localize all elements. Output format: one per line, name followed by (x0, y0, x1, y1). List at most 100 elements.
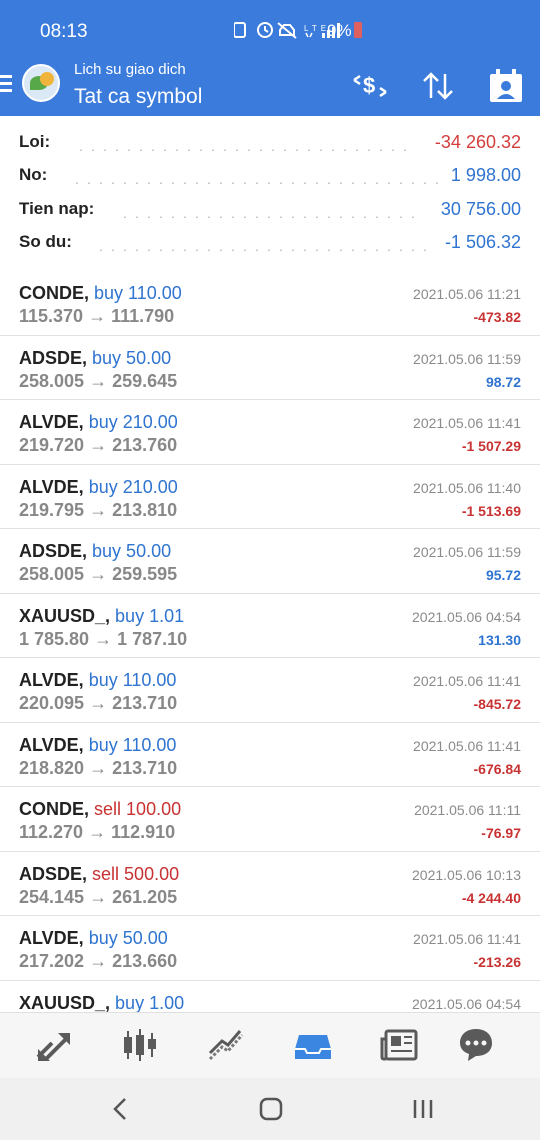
trade-profit: -213.26 (473, 954, 521, 970)
trade-side-volume: buy 210.00 (88, 476, 178, 497)
system-nav-bar (0, 1078, 540, 1140)
trade-profit: -76.97 (481, 825, 521, 841)
trade-side-volume: sell 500.00 (92, 863, 180, 884)
tab-history[interactable] (291, 1025, 335, 1065)
trade-date: 2021.05.06 11:41 (413, 931, 521, 947)
summary-value: 1 998.00 (444, 165, 521, 186)
trade-prices: 1 785.80 → 1 787.10 (19, 628, 188, 649)
trade-symbol-name: ADSDE, (19, 541, 88, 561)
trade-date: 2021.05.06 11:41 (413, 673, 521, 689)
trade-date: 2021.05.06 11:40 (413, 479, 521, 496)
recents-button[interactable] (408, 1096, 438, 1122)
trade-row[interactable]: ALVDE, buy 110.00 218.820 → 213.710 2021.0… (0, 722, 540, 787)
trade-side-volume: buy 1.00 (115, 992, 185, 1013)
summary-label: Tien nap: (19, 199, 101, 219)
trade-date: 2021.05.06 11:11 (414, 802, 521, 818)
trade-profit: -1 513.69 (461, 502, 521, 519)
trade-row[interactable]: ALVDE, buy 50.00 217.202 → 213.660 2021.05… (0, 916, 540, 981)
news-icon (380, 1029, 418, 1061)
header-subtitle: Lich su giao dich (74, 61, 186, 78)
trade-symbol: ALVDE, buy 210.00 (19, 477, 178, 498)
trade-row[interactable]: ALVDE, buy 210.00 219.720 → 213.760 2021.0… (0, 400, 540, 465)
trade-side-volume: buy 50.00 (92, 541, 172, 561)
trade-row[interactable]: ADSDE, sell 500.00 254.145 → 261.205 2021.… (0, 851, 540, 916)
tab-trade[interactable] (204, 1025, 248, 1065)
trade-row[interactable]: ADSDE, buy 50.00 258.005 → 259.645 2021.05… (0, 335, 540, 400)
tab-chart[interactable] (118, 1025, 162, 1065)
svg-text:$: $ (363, 73, 375, 98)
tab-quotes[interactable] (32, 1025, 76, 1065)
summary-label: So du: (19, 232, 78, 252)
trade-side-volume: buy 50.00 (92, 347, 172, 368)
trade-date: 2021.05.06 11:59 (413, 544, 521, 560)
trade-symbol: XAUUSD_, buy 1.00 (19, 993, 184, 1013)
header-title[interactable]: Tat ca symbol (74, 85, 202, 109)
trade-profit: -4 244.40 (461, 889, 521, 906)
summary-row-balance: So du: -1 506.32 (19, 232, 521, 262)
trade-profit: 131.30 (478, 631, 521, 648)
summary-row-profit: Loi: -34 260.32 (19, 132, 521, 162)
trade-row[interactable]: ALVDE, buy 110.00 220.095 → 213.710 2021.0… (0, 658, 540, 723)
back-button[interactable] (106, 1096, 136, 1122)
battery-icon (353, 22, 362, 38)
quotes-icon (36, 1033, 70, 1061)
trade-symbol-name: ALVDE, (19, 928, 84, 948)
trade-symbol-name: ALVDE, (19, 476, 84, 497)
sort-button[interactable] (418, 66, 458, 106)
trade-prices: 115.370 → 111.790 (19, 306, 175, 326)
trade-row[interactable]: XAUUSD_, buy 1.00 2021.05.06 04:54 (0, 980, 540, 1013)
trade-row[interactable]: CONDE, sell 100.00 112.270 → 112.910 2021.… (0, 787, 540, 852)
trade-date: 2021.05.06 11:41 (413, 737, 521, 754)
dollar-swap-icon: $ (353, 73, 387, 98)
trade-prices: 219.720 → 213.760 (19, 435, 178, 455)
trade-side-volume: buy 210.00 (88, 412, 178, 432)
trade-symbol-name: ADSDE, (19, 863, 88, 884)
calendar-icon (490, 69, 522, 102)
trade-symbol: ADSDE, buy 50.00 (19, 348, 171, 369)
trade-profit: 98.72 (485, 373, 521, 390)
trade-date: 2021.05.06 11:41 (413, 415, 521, 431)
balance-filter-button[interactable]: $ (350, 66, 390, 106)
summary-value: -34 260.32 (428, 132, 521, 153)
trade-prices: 217.202 → 213.660 (19, 951, 178, 971)
trade-icon (208, 1030, 244, 1061)
trade-profit: -1 507.29 (461, 438, 521, 454)
chart-icon (124, 1029, 156, 1061)
app-logo[interactable] (22, 64, 60, 102)
home-button[interactable] (256, 1096, 286, 1122)
menu-icon[interactable] (0, 71, 14, 99)
chat-icon (460, 1029, 492, 1061)
trade-symbol: CONDE, sell 100.00 (19, 799, 181, 820)
trade-side-volume: buy 110.00 (88, 670, 177, 690)
trade-row[interactable]: CONDE, buy 110.00 115.370 → 111.790 2021.0… (0, 271, 540, 336)
trade-symbol: ADSDE, buy 50.00 (19, 541, 171, 562)
trade-symbol-name: ALVDE, (19, 412, 84, 432)
trade-row[interactable]: ADSDE, buy 50.00 258.005 → 259.595 2021.05… (0, 529, 540, 594)
trade-symbol-name: ALVDE, (19, 734, 84, 755)
trade-date: 2021.05.06 04:54 (412, 995, 521, 1012)
trade-prices: 112.270 → 112.910 (19, 822, 176, 842)
history-icon (295, 1035, 331, 1059)
trade-prices: 258.005 → 259.595 (19, 564, 178, 584)
trade-prices: 254.145 → 261.205 (19, 886, 178, 907)
battery-percent: 9% (327, 21, 352, 40)
trade-symbol-name: CONDE, (19, 799, 90, 819)
status-bar: 08:13 LTE 9% (0, 0, 540, 58)
trade-symbol-name: XAUUSD_, (19, 605, 111, 626)
trade-date: 2021.05.06 11:59 (413, 350, 521, 367)
battery-indicator: 9% (327, 21, 362, 41)
trade-symbol: ALVDE, buy 110.00 (19, 735, 176, 756)
calendar-button[interactable] (486, 66, 526, 106)
tab-chat[interactable] (454, 1025, 498, 1065)
trade-row[interactable]: ALVDE, buy 210.00 219.795 → 213.810 2021.0… (0, 464, 540, 529)
summary-label: Loi: (19, 132, 57, 152)
tab-news[interactable] (378, 1025, 422, 1065)
trade-row[interactable]: XAUUSD_, buy 1.01 1 785.80 → 1 787.10 2021… (0, 593, 540, 658)
app-header: Lich su giao dich Tat ca symbol $ (0, 58, 540, 116)
trade-symbol: CONDE, buy 110.00 (19, 283, 182, 304)
trade-date: 2021.05.06 11:21 (413, 286, 521, 302)
trade-symbol: ALVDE, buy 110.00 (19, 670, 176, 691)
trade-symbol: XAUUSD_, buy 1.01 (19, 606, 184, 627)
trade-symbol-name: ADSDE, (19, 347, 88, 368)
trade-history-list[interactable]: CONDE, buy 110.00 115.370 → 111.790 2021.0… (0, 271, 540, 1012)
